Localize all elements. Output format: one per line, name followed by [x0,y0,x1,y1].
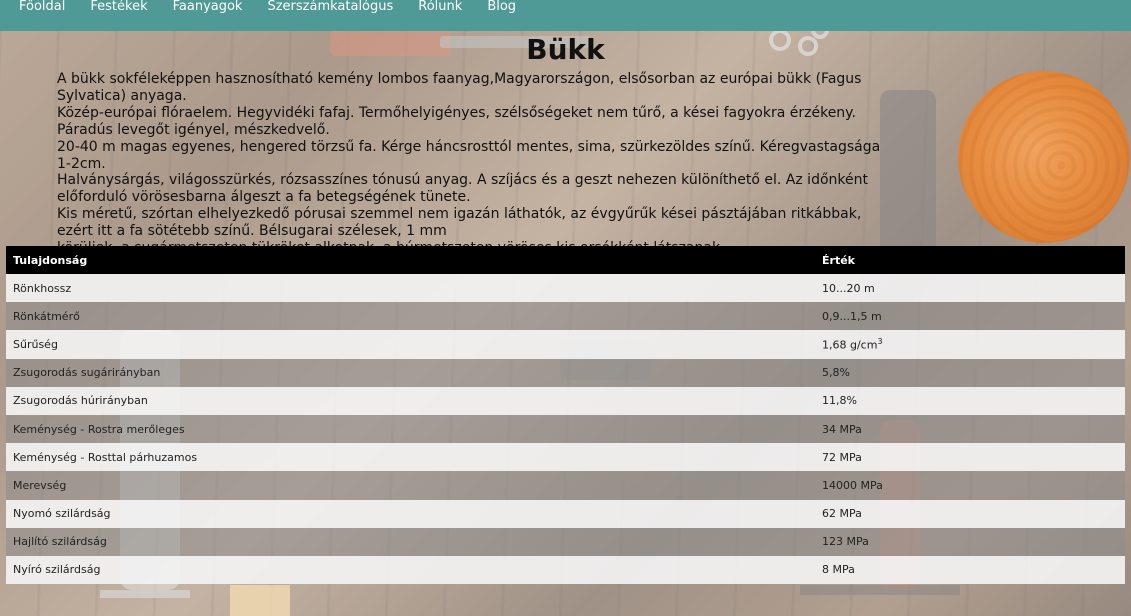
table-row: Zsugorodás húrirányban 11,8% [6,386,1125,415]
nav-about[interactable]: Rólunk [418,0,474,13]
value-text: 8 MPa [822,563,855,577]
value-cell: 1,68 g/cm3 [815,330,1125,359]
intro-paragraph: Közép-európai flóraelem. Hegyvidéki fafa… [57,104,856,138]
value-cell: 5,8% [815,358,1125,387]
intro-paragraph: 20-40 m magas egyenes, hengered törzsű f… [57,138,881,172]
property-cell: Nyomó szilárdság [6,499,815,528]
value-text: 14000 MPa [822,478,883,492]
value-cell: 10...20 m [815,274,1125,303]
table-row: Rönkátmérő 0,9...1,5 m [6,302,1125,331]
nav-home[interactable]: Főoldal [19,0,77,13]
properties-table: Tulajdonság Érték Rönkhossz 10...20 m Rö… [6,246,1125,585]
value-text: 34 MPa [822,422,862,436]
intro-paragraph: Halványsárgás, világosszürkés, rózsasszí… [57,172,868,206]
top-navbar: Főoldal Festékek Faanyagok Szerszámkatal… [0,0,1131,31]
intro-paragraph: Kis méretű, szórtan elhelyezkedő pórusai… [57,206,862,240]
value-cell: 14000 MPa [815,471,1125,500]
value-cell: 34 MPa [815,414,1125,444]
table-row: Nyíró szilárdság 8 MPa [6,555,1125,585]
table-row: Rönkhossz 10...20 m [6,274,1125,303]
intro-text: A bükk sokféleképpen hasznosítható kemén… [57,71,897,257]
property-cell: Merevség [6,471,815,500]
property-cell: Nyíró szilárdság [6,555,815,585]
value-cell: 62 MPa [815,499,1125,528]
property-cell: Sűrűség [6,330,815,359]
value-cell: 8 MPa [815,555,1125,585]
value-cell: 72 MPa [815,443,1125,472]
value-text: 11,8% [822,394,857,408]
value-text: 62 MPa [822,507,862,521]
beech-wood-image [958,71,1130,243]
value-cell: 123 MPa [815,527,1125,556]
property-cell: Zsugorodás húrirányban [6,386,815,415]
property-cell: Keménység - Rostra merőleges [6,414,815,444]
table-row: Merevség 14000 MPa [6,471,1125,500]
table-row: Keménység - Rostra merőleges 34 MPa [6,414,1125,444]
table-row: Nyomó szilárdság 62 MPa [6,499,1125,528]
intro-paragraph: A bükk sokféleképpen hasznosítható kemén… [57,71,862,104]
property-cell: Zsugorodás sugárirányban [6,358,815,387]
page-title: Bükk [526,33,605,66]
value-text: 5,8% [822,366,850,380]
table-row: Hajlító szilárdság 123 MPa [6,527,1125,556]
header-property: Tulajdonság [6,246,815,274]
value-text: 0,9...1,5 m [822,309,882,323]
table-header-row: Tulajdonság Érték [6,246,1125,274]
value-cell: 11,8% [815,386,1125,415]
value-text: 10...20 m [822,281,875,295]
table-row: Zsugorodás sugárirányban 5,8% [6,358,1125,387]
nav-woods[interactable]: Faanyagok [173,0,255,13]
value-text: 1,68 g/cm [822,338,878,352]
property-cell: Keménység - Rosttal párhuzamos [6,443,815,472]
value-text: 72 MPa [822,450,862,464]
property-cell: Rönkhossz [6,274,815,303]
table-row: Keménység - Rosttal párhuzamos 72 MPa [6,443,1125,472]
table-row: Sűrűség 1,68 g/cm3 [6,330,1125,359]
nav-paints[interactable]: Festékek [90,0,159,13]
property-cell: Hajlító szilárdság [6,527,815,556]
nav-tool-catalog[interactable]: Szerszámkatalógus [267,0,405,13]
nav-blog[interactable]: Blog [487,0,528,13]
value-cell: 0,9...1,5 m [815,302,1125,331]
header-value: Érték [815,246,1125,274]
value-text: 123 MPa [822,535,869,549]
property-cell: Rönkátmérő [6,302,815,331]
value-superscript: 3 [877,337,883,347]
